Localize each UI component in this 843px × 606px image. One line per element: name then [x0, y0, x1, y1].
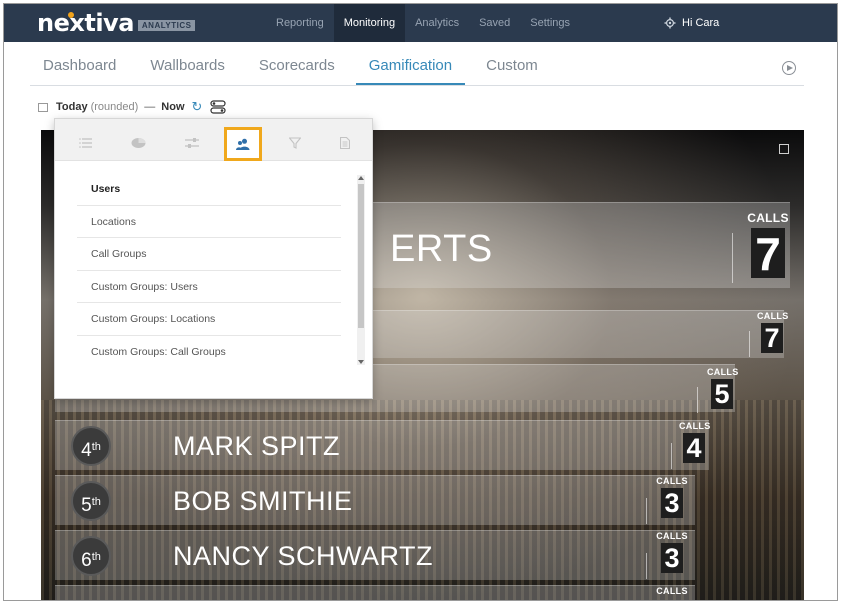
group-by-list: Users Locations Call Groups Custom Group… [77, 173, 341, 369]
top-nav: Reporting Monitoring Analytics Saved Set… [266, 4, 580, 42]
app-frame: nextiva ANALYTICS Reporting Monitoring A… [3, 3, 838, 601]
nav-settings[interactable]: Settings [520, 4, 580, 42]
nav-reporting[interactable]: Reporting [266, 4, 334, 42]
calls-label: CALLS [656, 586, 688, 596]
row-divider [749, 331, 750, 357]
calls-label: CALLS [656, 531, 688, 541]
play-icon[interactable] [782, 61, 796, 75]
calls-label: CALLS [757, 311, 789, 321]
date-end[interactable]: Now [161, 101, 184, 113]
list-item-custom-groups-call-groups[interactable]: Custom Groups: Call Groups [77, 336, 341, 369]
panel-tab-document[interactable] [326, 127, 364, 159]
leaderboard-row: CALLS [55, 585, 695, 600]
tab-custom[interactable]: Custom [473, 48, 551, 85]
users-icon [236, 138, 250, 150]
tab-scorecards[interactable]: Scorecards [246, 48, 348, 85]
logo-dot-icon [68, 12, 74, 18]
row-divider [646, 553, 647, 579]
calls-count: 4 [683, 433, 705, 463]
row-name: MARK SPITZ [173, 431, 341, 461]
nav-monitoring[interactable]: Monitoring [333, 4, 406, 42]
logo-wordmark: nextiva [37, 9, 134, 37]
gear-icon [664, 17, 676, 29]
scroll-down-icon[interactable] [358, 360, 364, 364]
row-divider [697, 387, 698, 413]
sub-tabs: Dashboard Wallboards Scorecards Gamifica… [30, 48, 804, 86]
tab-dashboard[interactable]: Dashboard [30, 48, 129, 85]
date-qualifier: (rounded) [90, 101, 139, 113]
tab-wallboards[interactable]: Wallboards [137, 48, 237, 85]
row-name: ERTS [390, 228, 493, 270]
row-name: BOB SMITHIE [173, 486, 353, 516]
row-divider [732, 233, 733, 283]
rank-badge: 5th [71, 481, 111, 521]
date-start[interactable]: Today [56, 101, 88, 113]
sliders-icon [185, 138, 199, 148]
logo-badge: ANALYTICS [137, 20, 196, 31]
logo[interactable]: nextiva ANALYTICS [37, 9, 196, 37]
panel-tab-chart[interactable] [119, 127, 157, 159]
user-greeting: Hi Cara [682, 17, 720, 29]
list-item-custom-groups-locations[interactable]: Custom Groups: Locations [77, 303, 341, 336]
pie-chart-icon [131, 138, 145, 148]
row-name: NANCY SCHWARTZ [173, 541, 434, 571]
date-range-bar: Today (rounded) — Now ↻ [38, 98, 227, 116]
toggle-settings-icon[interactable] [210, 100, 227, 114]
nav-analytics[interactable]: Analytics [405, 4, 469, 42]
user-menu[interactable]: Hi Cara [664, 4, 719, 42]
row-divider [671, 443, 672, 469]
top-navbar: nextiva ANALYTICS Reporting Monitoring A… [4, 4, 837, 42]
leaderboard-row: 4th MARK SPITZ CALLS 4 [55, 420, 711, 470]
calls-label: CALLS [707, 367, 739, 377]
panel-tab-filter[interactable] [276, 127, 314, 159]
document-icon [340, 137, 350, 149]
nav-saved[interactable]: Saved [469, 4, 520, 42]
panel-scrollbar[interactable] [357, 175, 365, 365]
calls-block: CALLS 4 [679, 421, 711, 463]
calls-block: CALLS 7 [757, 311, 789, 353]
calls-count: 3 [661, 543, 683, 573]
expand-icon[interactable] [779, 144, 789, 154]
calls-block: CALLS [655, 586, 689, 596]
list-item-call-groups[interactable]: Call Groups [77, 238, 341, 271]
panel-tab-bar [55, 119, 372, 161]
scroll-up-icon[interactable] [358, 176, 364, 180]
calendar-icon[interactable] [38, 102, 48, 112]
panel-tab-users[interactable] [224, 127, 262, 161]
panel-tab-list[interactable] [67, 127, 105, 159]
rank-badge: 6th [71, 536, 111, 576]
filter-icon [289, 137, 301, 149]
calls-block: CALLS 3 [655, 476, 689, 518]
rank-badge: 4th [71, 426, 111, 466]
calls-block: CALLS 5 [707, 367, 739, 409]
grouping-panel: Users Locations Call Groups Custom Group… [54, 118, 373, 399]
tab-gamification[interactable]: Gamification [355, 48, 466, 85]
calls-count: 7 [751, 228, 785, 280]
calls-label: CALLS [679, 421, 711, 431]
refresh-icon[interactable]: ↻ [192, 99, 203, 115]
panel-tab-settings[interactable] [173, 127, 211, 159]
calls-block: CALLS 3 [655, 531, 689, 573]
leaderboard-row: 6th NANCY SCHWARTZ CALLS 3 [55, 530, 695, 580]
list-item-locations[interactable]: Locations [77, 206, 341, 239]
date-separator: — [144, 101, 156, 113]
list-item-custom-groups-users[interactable]: Custom Groups: Users [77, 271, 341, 304]
calls-block: CALLS 7 [743, 211, 793, 280]
list-item-users[interactable]: Users [77, 173, 341, 206]
leaderboard-row: 5th BOB SMITHIE CALLS 3 [55, 475, 695, 525]
calls-count: 5 [711, 379, 733, 409]
scroll-thumb[interactable] [358, 184, 364, 328]
calls-count: 7 [761, 323, 783, 353]
calls-label: CALLS [656, 476, 688, 486]
calls-count: 3 [661, 488, 683, 518]
list-icon [79, 138, 92, 148]
row-divider [646, 498, 647, 524]
calls-label: CALLS [747, 211, 789, 225]
